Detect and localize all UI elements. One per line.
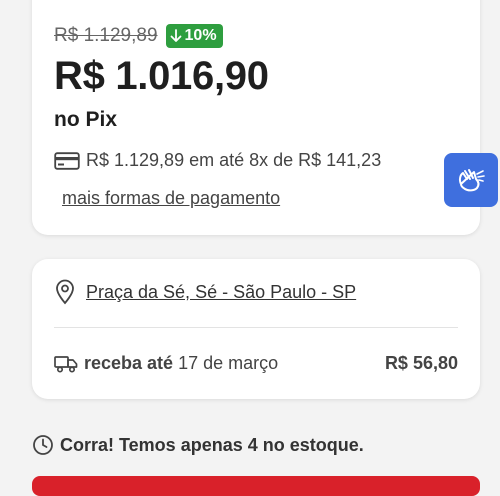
discount-value: 10% [184, 27, 217, 44]
payment-method-label: no Pix [54, 108, 118, 131]
shipping-price: R$ 56,80 [384, 353, 458, 373]
receive-date: 17 de março [178, 353, 279, 373]
original-price: R$ 1.129,89 [54, 25, 158, 46]
price-card: R$ 1.129,89 10% R$ 1.016,90 no Pix R$ 1.… [32, 0, 480, 235]
credit-card-icon [54, 151, 80, 170]
truck-icon [54, 355, 78, 373]
installments-text: R$ 1.129,89 em até 8x de R$ 141,23 [86, 150, 382, 170]
stock-message: Corra! Temos apenas 4 no estoque. [60, 434, 364, 455]
delivery-estimate: receba até 17 de março [54, 353, 278, 374]
pix-price: R$ 1.016,90 [54, 54, 269, 98]
delivery-card: Praça da Sé, Sé - São Paulo - SP receba … [32, 259, 480, 399]
accessibility-button[interactable] [444, 153, 498, 207]
clock-icon [33, 435, 53, 455]
buy-button[interactable] [32, 476, 480, 496]
stock-alert: Corra! Temos apenas 4 no estoque. [32, 434, 364, 456]
original-price-row: R$ 1.129,89 10% [54, 24, 223, 48]
divider [54, 327, 458, 328]
arrow-down-icon [170, 29, 181, 42]
discount-badge: 10% [165, 24, 223, 48]
location-pin-icon [56, 279, 74, 305]
more-payment-options-link[interactable]: mais formas de pagamento [62, 188, 280, 209]
address-row[interactable]: Praça da Sé, Sé - São Paulo - SP [54, 279, 356, 305]
installments-row: R$ 1.129,89 em até 8x de R$ 141,23 [54, 150, 381, 171]
delivery-address[interactable]: Praça da Sé, Sé - São Paulo - SP [86, 282, 356, 303]
receive-label: receba até [84, 353, 174, 373]
shipping-row: receba até 17 de março R$ 56,80 [54, 353, 458, 374]
sign-language-icon [458, 169, 485, 192]
